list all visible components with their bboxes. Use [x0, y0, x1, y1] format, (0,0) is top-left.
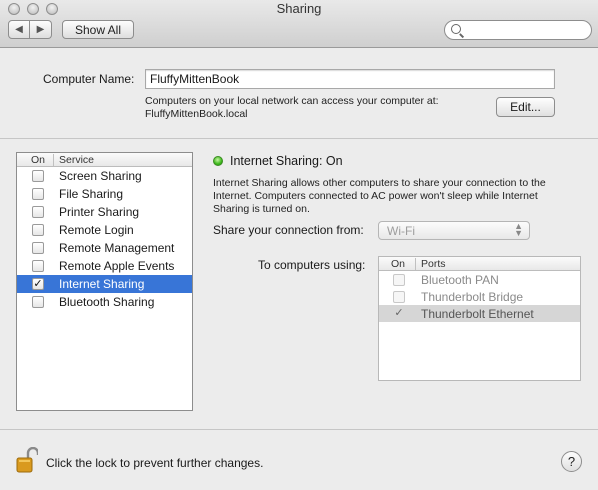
ports-list-header: On Ports	[379, 257, 580, 271]
port-name: Bluetooth PAN	[421, 273, 499, 287]
section-divider	[0, 138, 598, 139]
service-name: Screen Sharing	[59, 169, 142, 183]
sharing-status-title: Internet Sharing: On	[230, 154, 343, 168]
service-checkbox[interactable]	[32, 170, 44, 182]
service-list[interactable]: On Service Screen Sharing File Sharing Pri…	[16, 152, 193, 411]
service-checkbox[interactable]	[32, 242, 44, 254]
service-row[interactable]: Remote Management	[17, 239, 192, 257]
computer-name-label: Computer Name:	[43, 72, 135, 86]
description-line-3: Sharing is turned on.	[213, 203, 310, 215]
service-checkbox[interactable]	[32, 260, 44, 272]
service-checkbox[interactable]	[32, 296, 44, 308]
service-name: Remote Management	[59, 241, 175, 255]
share-from-popup[interactable]: Wi-Fi ▲ ▼	[378, 221, 530, 240]
ports-column-ports: Ports	[421, 258, 446, 270]
service-checkbox[interactable]	[32, 188, 44, 200]
service-name: Bluetooth Sharing	[59, 295, 155, 309]
service-name: Internet Sharing	[59, 277, 145, 291]
service-row[interactable]: File Sharing	[17, 185, 192, 203]
service-row[interactable]: Printer Sharing	[17, 203, 192, 221]
back-arrow-icon: ◀	[15, 24, 23, 35]
description-line-2: Internet. Computers connected to AC powe…	[213, 190, 538, 202]
access-note-line-2: FluffyMittenBook.local	[145, 108, 248, 120]
service-name: Remote Login	[59, 223, 134, 237]
service-row[interactable]: Remote Apple Events	[17, 257, 192, 275]
description-line-1: Internet Sharing allows other computers …	[213, 177, 546, 189]
share-from-label: Share your connection from:	[213, 223, 364, 237]
lock-message: Click the lock to prevent further change…	[46, 456, 264, 470]
window-title: Sharing	[276, 1, 322, 16]
ports-list[interactable]: On Ports Bluetooth PAN Thunderbolt Bridge…	[378, 256, 581, 381]
service-row[interactable]: Bluetooth Sharing	[17, 293, 192, 311]
service-row[interactable]: Remote Login	[17, 221, 192, 239]
port-checkbox[interactable]	[393, 274, 405, 286]
footer-divider	[0, 429, 598, 430]
column-service: Service	[59, 154, 95, 166]
service-checkbox[interactable]	[32, 224, 44, 236]
lock-icon[interactable]	[16, 447, 38, 473]
port-row[interactable]: Thunderbolt Bridge	[379, 288, 580, 305]
port-row[interactable]: Bluetooth PAN	[379, 271, 580, 288]
ports-column-on: On	[391, 258, 406, 270]
service-checkbox[interactable]: ✓	[32, 278, 44, 290]
service-row[interactable]: Screen Sharing	[17, 167, 192, 185]
service-checkbox[interactable]	[32, 206, 44, 218]
help-icon: ?	[567, 454, 576, 469]
port-name: Thunderbolt Ethernet	[421, 307, 534, 321]
access-note-line-1: Computers on your local network can acce…	[145, 95, 439, 107]
computer-name-field[interactable]: FluffyMittenBook	[145, 69, 555, 89]
port-row[interactable]: ✓ Thunderbolt Ethernet	[379, 305, 580, 322]
show-all-button[interactable]: Show All	[62, 20, 134, 39]
to-computers-label: To computers using:	[258, 258, 366, 272]
forward-button[interactable]: ▶	[30, 20, 52, 39]
port-name: Thunderbolt Bridge	[421, 290, 524, 304]
search-input[interactable]	[444, 20, 592, 40]
back-button[interactable]: ◀	[8, 20, 30, 39]
status-indicator-icon	[213, 156, 223, 166]
popup-arrows-icon: ▲ ▼	[514, 221, 523, 238]
service-name: File Sharing	[59, 187, 124, 201]
port-checkbox[interactable]: ✓	[393, 308, 405, 320]
service-name: Printer Sharing	[59, 205, 140, 219]
search-icon	[451, 24, 461, 34]
share-from-value: Wi-Fi	[387, 224, 415, 238]
column-on: On	[31, 154, 46, 166]
port-checkbox[interactable]	[393, 291, 405, 303]
forward-arrow-icon: ▶	[36, 24, 45, 35]
help-button[interactable]: ?	[561, 451, 582, 472]
service-list-header: On Service	[17, 153, 192, 167]
title-bar: Sharing ◀ ▶ Show All	[0, 0, 598, 48]
edit-button[interactable]: Edit...	[496, 97, 555, 117]
service-name: Remote Apple Events	[59, 259, 175, 273]
service-row[interactable]: ✓ Internet Sharing	[17, 275, 192, 293]
